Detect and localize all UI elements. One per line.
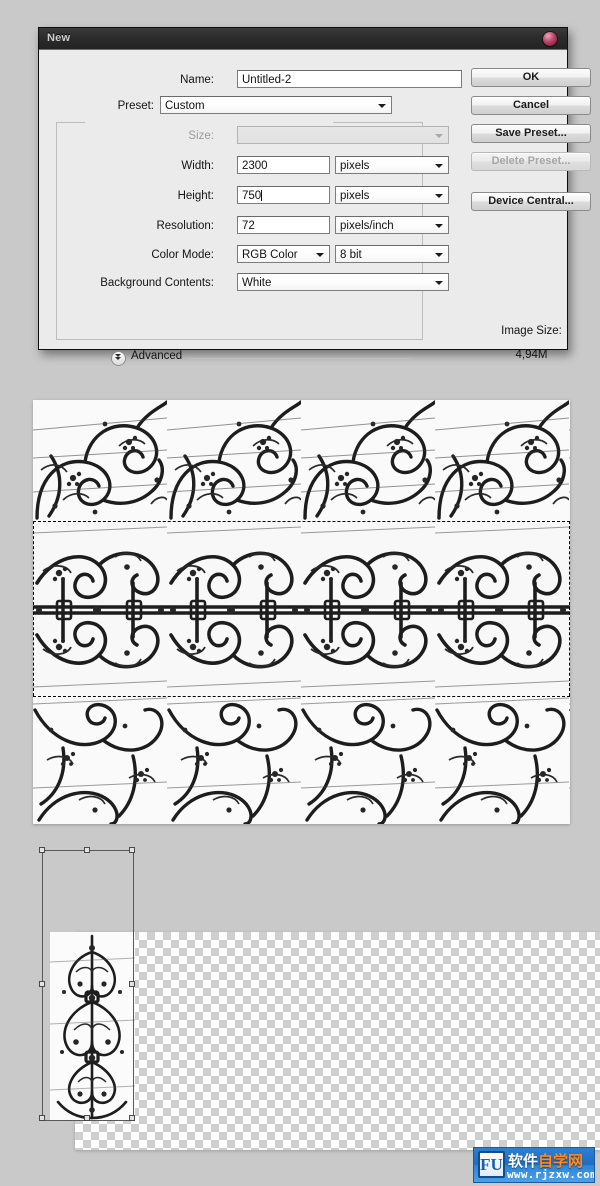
delete-preset-button: Delete Preset... (471, 152, 591, 171)
selection-marquee-right (569, 521, 570, 696)
ornament-pattern-selected (33, 521, 570, 696)
selection-marquee-bottom (33, 696, 570, 697)
transform-handle-top-left[interactable] (39, 847, 45, 853)
chevron-down-icon (378, 104, 386, 108)
background-contents-value: White (242, 277, 272, 289)
height-input-value: 750 (242, 190, 262, 202)
height-input[interactable]: 750 (237, 186, 330, 204)
resolution-unit-select[interactable]: pixels/inch (335, 216, 449, 234)
color-mode-value: RGB Color (242, 249, 298, 261)
dialog-title: New (47, 32, 71, 44)
chevron-down-icon (435, 194, 443, 198)
color-mode-label: Color Mode: (151, 249, 214, 261)
chevron-down-icon (316, 253, 324, 257)
height-unit-value: pixels (340, 190, 370, 202)
transform-handle-top-center[interactable] (84, 847, 90, 853)
resolution-label: Resolution: (156, 220, 214, 232)
chevron-down-icon (435, 164, 443, 168)
background-contents-label: Background Contents: (100, 277, 214, 289)
close-circle-icon[interactable] (543, 32, 557, 46)
resolution-unit-value: pixels/inch (340, 220, 394, 232)
document-canvas[interactable] (75, 932, 600, 1150)
source-image-panel[interactable] (33, 400, 570, 824)
transform-handle-middle-left[interactable] (39, 981, 45, 987)
selection-marquee-top (33, 521, 570, 522)
resolution-input[interactable]: 72 (237, 216, 330, 234)
watermark-badge: FU 软件 自学网 www.rjzxw.com (473, 1147, 595, 1183)
dialog-body: Name: Untitled-2 Preset: Custom Size: Wi… (39, 49, 591, 366)
cancel-button[interactable]: Cancel (471, 96, 591, 115)
width-unit-value: pixels (340, 160, 370, 172)
chevron-down-icon (435, 253, 443, 257)
watermark-url: www.rjzxw.com (507, 1168, 595, 1181)
preset-label: Preset: (117, 100, 154, 112)
height-unit-select[interactable]: pixels (335, 186, 449, 204)
chevron-down-icon (435, 134, 443, 138)
width-label: Width: (181, 160, 214, 172)
width-unit-select[interactable]: pixels (335, 156, 449, 174)
name-label: Name: (180, 74, 214, 86)
background-contents-select[interactable]: White (237, 273, 449, 291)
color-depth-select[interactable]: 8 bit (335, 245, 449, 263)
chevron-down-icon (435, 281, 443, 285)
preset-select[interactable]: Custom (160, 96, 392, 114)
watermark-logo-icon: FU (478, 1151, 505, 1178)
color-depth-value: 8 bit (340, 249, 362, 261)
new-document-dialog: New Name: Untitled-2 Preset: Custom Size… (38, 27, 591, 366)
dialog-titlebar[interactable]: New (39, 28, 567, 50)
preset-select-value: Custom (165, 100, 205, 112)
chevron-down-icon (435, 224, 443, 228)
advanced-section: Advanced (111, 350, 411, 366)
pasted-ornament-artwork (50, 932, 135, 1121)
advanced-divider (189, 358, 411, 359)
chevron-double-down-icon[interactable] (111, 351, 126, 366)
selection-marquee-left (33, 521, 34, 696)
width-input[interactable]: 2300 (237, 156, 330, 174)
name-input[interactable]: Untitled-2 (237, 70, 462, 88)
transform-handle-top-right[interactable] (129, 847, 135, 853)
ornament-pattern-top (33, 400, 570, 521)
ok-button[interactable]: OK (471, 68, 591, 87)
ornament-pattern-bottom (33, 696, 570, 824)
image-size-label: Image Size: (501, 325, 562, 337)
save-preset-button[interactable]: Save Preset... (471, 124, 591, 143)
text-caret (261, 190, 263, 201)
size-label: Size: (188, 130, 214, 142)
transform-handle-bottom-left[interactable] (39, 1115, 45, 1121)
height-label: Height: (177, 190, 214, 202)
color-mode-select[interactable]: RGB Color (237, 245, 330, 263)
advanced-label: Advanced (131, 350, 183, 362)
device-central-button[interactable]: Device Central... (471, 192, 591, 211)
size-select (237, 126, 449, 144)
pasted-layer-content[interactable] (50, 932, 135, 1121)
image-size-value: 4,94M (515, 349, 548, 361)
